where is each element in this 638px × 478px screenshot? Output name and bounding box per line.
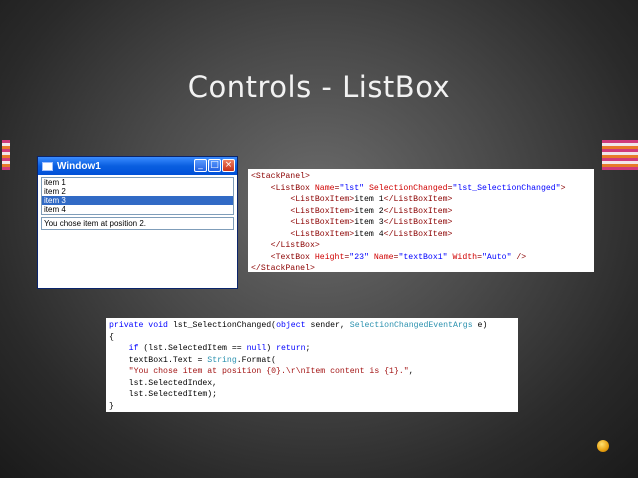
code-token: "lst" [339, 183, 365, 193]
close-button[interactable]: × [222, 159, 235, 172]
code-line: <ListBoxItem>item 1</ListBoxItem> [251, 194, 591, 206]
code-token: lst_SelectionChanged( [167, 321, 277, 330]
code-line: if (lst.SelectedItem == null) return; [109, 343, 515, 355]
code-line: lst.SelectedItem); [109, 389, 515, 401]
code-token: return [276, 344, 306, 353]
code-token: textBox1.Text = [109, 355, 208, 365]
code-token: </ListBoxItem> [383, 229, 453, 239]
code-line: } [109, 401, 515, 413]
code-token: object [276, 321, 306, 330]
code-token: Width [447, 252, 478, 262]
code-token: (lst.SelectedItem == [138, 344, 247, 353]
code-line: <ListBoxItem>item 2</ListBoxItem> [251, 206, 591, 218]
code-token: SelectionChangedEventArgs [349, 321, 473, 330]
code-token: "You chose item at position {0}.\r\nItem… [128, 367, 409, 376]
code-token: item 2 [354, 206, 384, 216]
code-line: <TextBox Height="23" Name="textBox1" Wid… [251, 252, 591, 264]
code-token: </ListBoxItem> [383, 195, 453, 204]
window1-screenshot: Window1 _ □ × item 1 item 2 item 3 item 4 Y… [37, 156, 238, 289]
window-icon [42, 161, 53, 171]
slide: Controls - ListBox Window1 _ □ × item 1i… [0, 0, 638, 478]
window-body: item 1 item 2 item 3 item 4 You chose item … [41, 177, 234, 285]
code-token: sender, [305, 321, 350, 330]
code-token: /> [511, 252, 527, 262]
code-token: "Auto" [482, 252, 512, 262]
code-line: </ListBox> [251, 240, 591, 252]
code-token: > [560, 183, 566, 193]
code-token: } [109, 401, 114, 411]
code-line: lst.SelectedIndex, [109, 378, 515, 390]
code-token: if [128, 344, 139, 353]
code-token: <ListBoxItem> [290, 206, 355, 216]
code-token: <TextBox [270, 252, 315, 262]
listbox-item[interactable]: item 3 [42, 196, 233, 205]
slide-title: Controls - ListBox [187, 70, 451, 104]
code-token: </StackPanel> [251, 264, 315, 273]
code-token: String [207, 355, 237, 365]
listbox-item[interactable]: item 1 [42, 178, 233, 187]
code-token: e) [472, 321, 488, 330]
code-token: Name [368, 252, 394, 262]
code-line: { [109, 332, 515, 344]
code-line: "You chose item at position {0}.\r\nItem… [109, 366, 515, 378]
code-line: <ListBox Name="lst" SelectionChanged="ls… [251, 183, 591, 195]
textbox1[interactable]: You chose item at position 2. [41, 217, 234, 230]
window-controls: _ □ × [194, 159, 235, 172]
code-token: ) [266, 344, 277, 353]
code-token: private void [109, 321, 168, 330]
code-token: Name [314, 183, 335, 193]
listbox-item[interactable]: item 2 [42, 187, 233, 196]
code-line: <ListBoxItem>item 4</ListBoxItem> [251, 229, 591, 241]
window-title: Window1 [57, 160, 101, 172]
code-token: </ListBoxItem> [383, 206, 453, 216]
code-line: </StackPanel> [251, 263, 591, 275]
code-line: <ListBoxItem>item 3</ListBoxItem> [251, 217, 591, 229]
code-token: "textBox1" [398, 252, 448, 262]
code-token: ; [305, 344, 311, 353]
code-token: <ListBoxItem> [290, 195, 355, 204]
code-token: Height [314, 252, 345, 262]
decorative-stripes-right [602, 140, 638, 170]
code-line: private void lst_SelectionChanged(object… [109, 320, 515, 332]
maximize-button[interactable]: □ [208, 159, 221, 172]
decorative-stripes-left [2, 140, 10, 170]
code-token: SelectionChanged [364, 183, 448, 193]
code-line: <StackPanel> [251, 171, 591, 183]
xaml-code-snippet: <StackPanel> <ListBox Name="lst" Selecti… [248, 169, 594, 275]
code-token: item 4 [354, 229, 384, 239]
code-token: , [408, 367, 414, 376]
code-token: item 1 [354, 195, 384, 204]
code-line: textBox1.Text = String.Format( [109, 355, 515, 367]
code-token: "lst_SelectionChanged" [452, 183, 561, 193]
code-token: lst.SelectedItem); [109, 390, 218, 399]
code-token: </ListBox> [270, 241, 320, 250]
code-token: <StackPanel> [251, 172, 310, 181]
code-token: null [246, 344, 267, 353]
listbox[interactable]: item 1 item 2 item 3 item 4 [41, 177, 234, 215]
navigation-icon[interactable] [597, 440, 609, 452]
code-token: <ListBoxItem> [290, 218, 355, 227]
code-token: "23" [349, 252, 369, 262]
code-token: lst.SelectedIndex, [109, 378, 218, 388]
code-token: .Format( [236, 355, 277, 365]
code-token: <ListBoxItem> [290, 229, 355, 239]
csharp-code-snippet: private void lst_SelectionChanged(object… [106, 318, 518, 412]
code-token: </ListBoxItem> [383, 218, 453, 227]
minimize-button[interactable]: _ [194, 159, 207, 172]
code-token: item 3 [354, 218, 384, 227]
window-titlebar: Window1 _ □ × [38, 157, 237, 175]
code-token: { [109, 332, 114, 342]
code-token: <ListBox [270, 183, 315, 193]
listbox-item[interactable]: item 4 [42, 205, 233, 214]
